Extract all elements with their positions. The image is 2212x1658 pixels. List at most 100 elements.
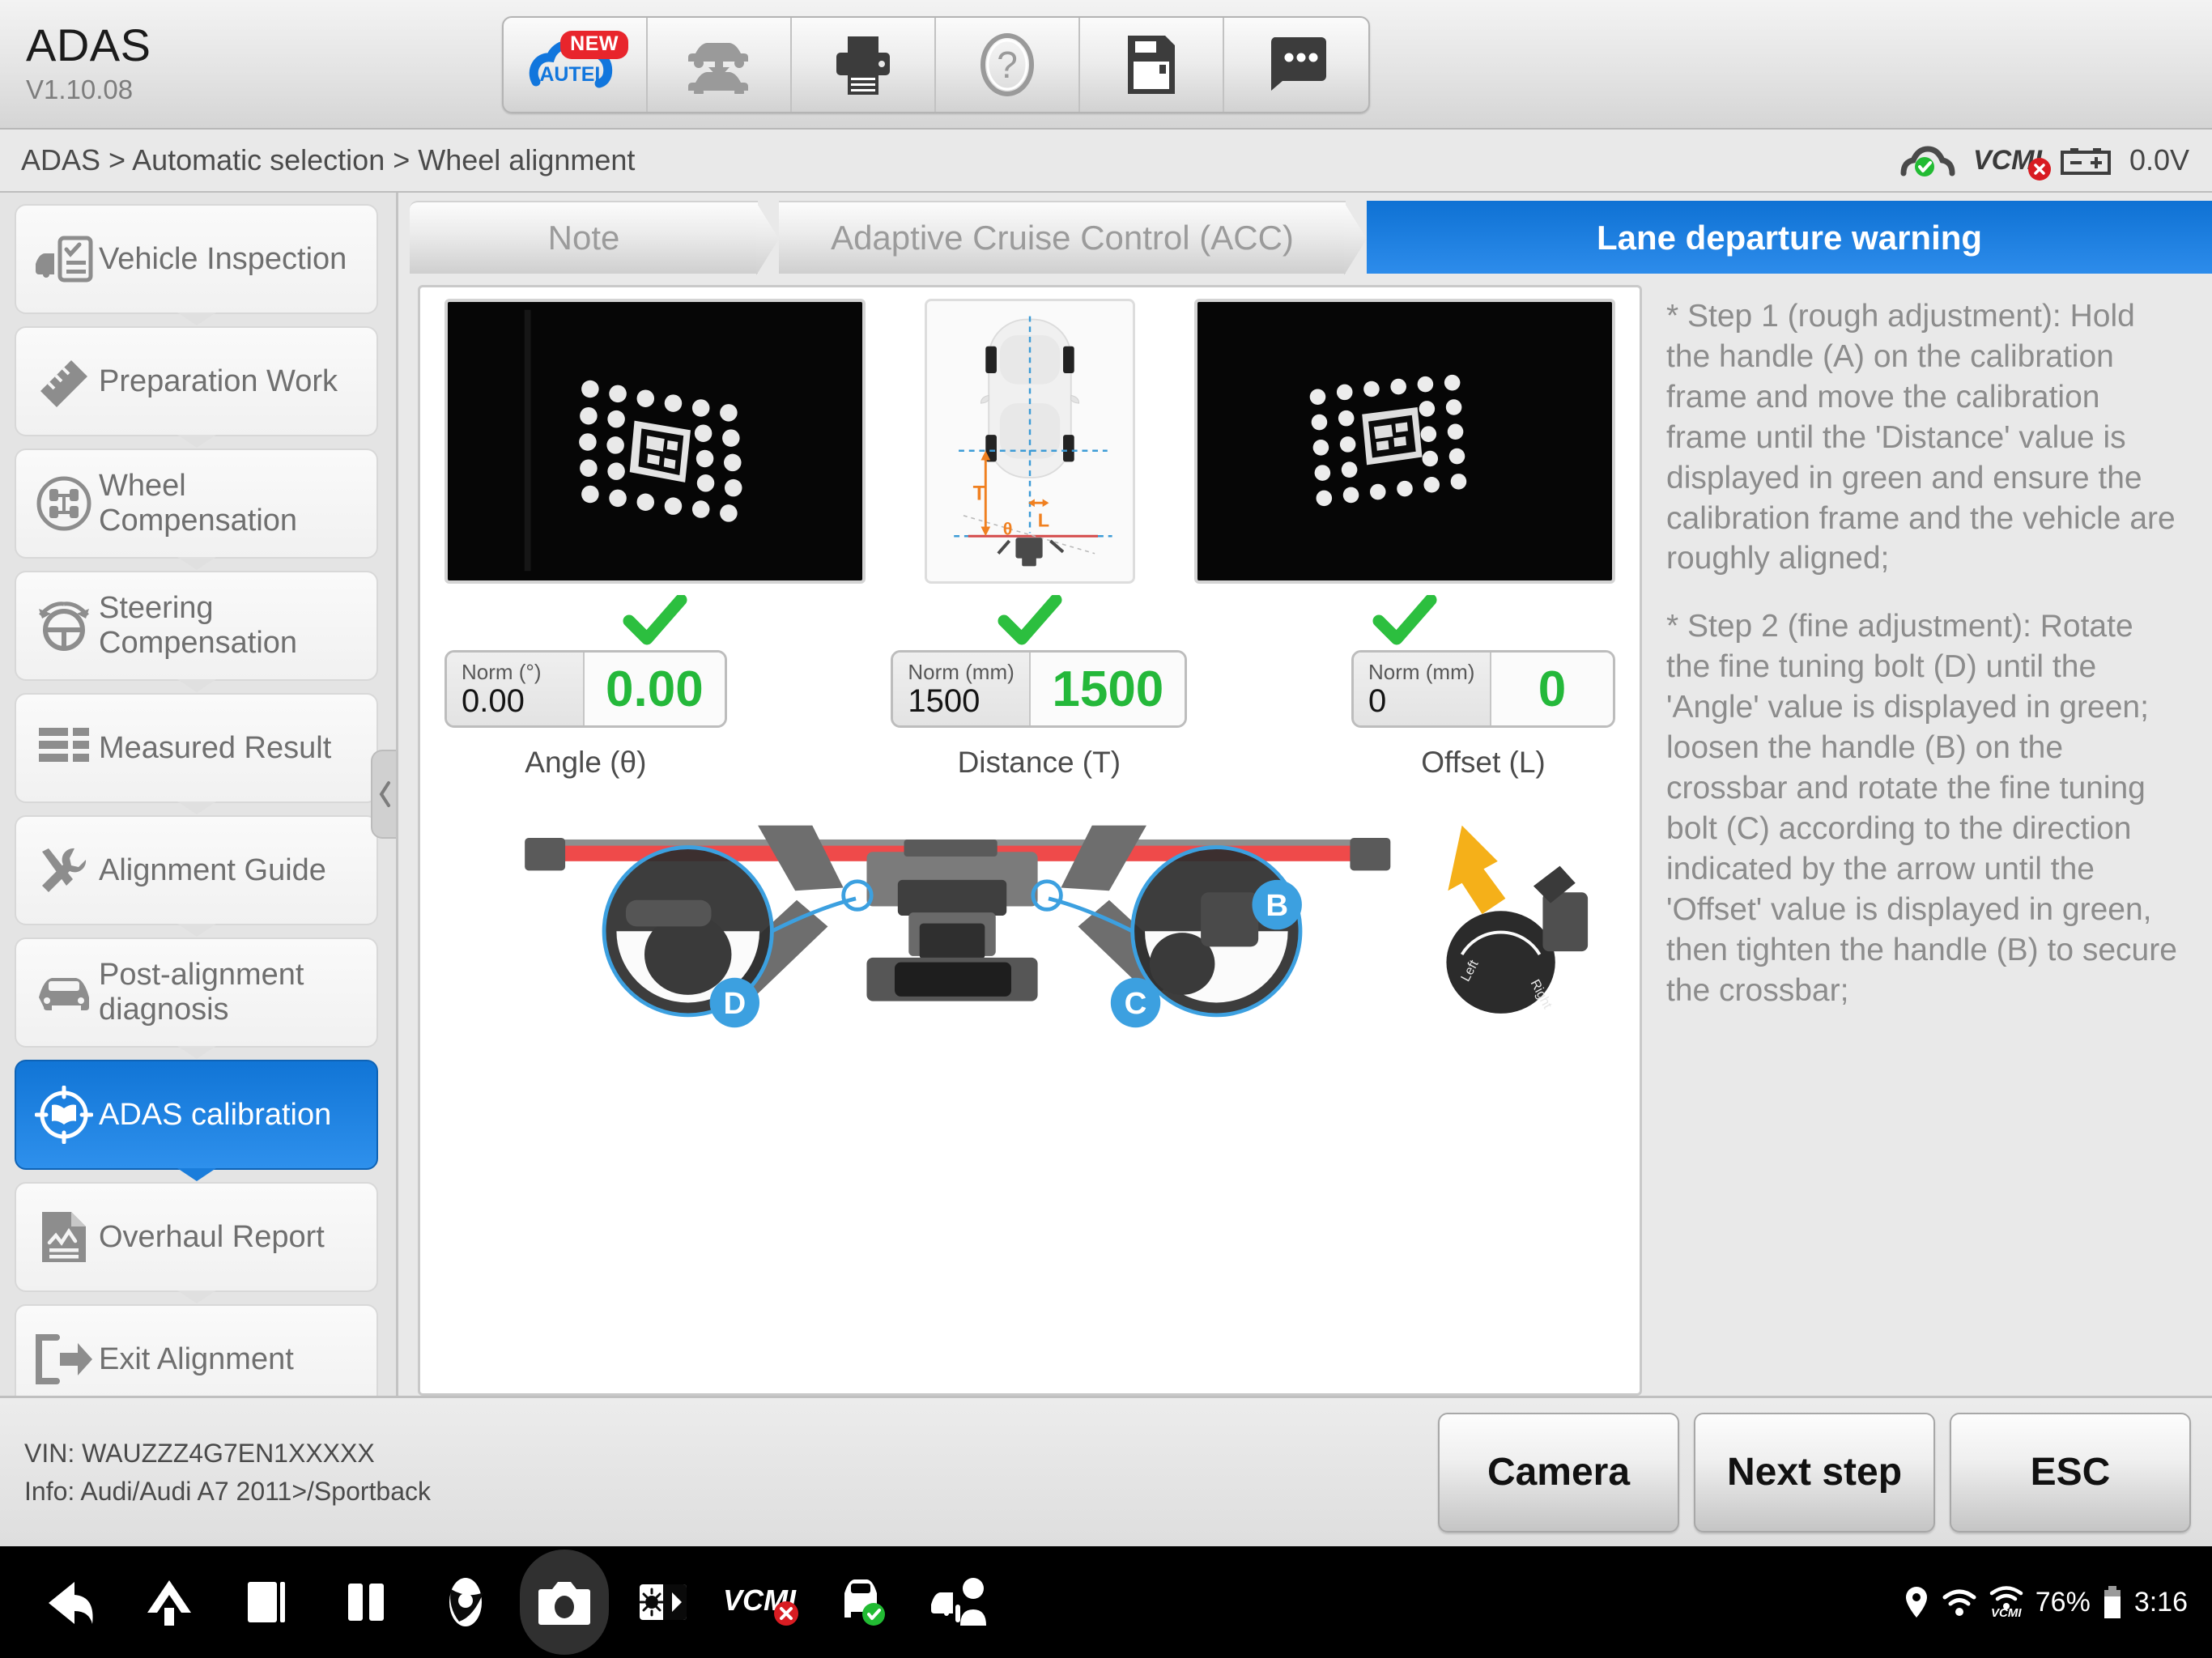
vin-text: VIN: WAUZZZ4G7EN1XXXXX	[24, 1439, 375, 1469]
vehicle-ok-icon	[844, 1579, 885, 1626]
diagram-label-T: T	[973, 482, 986, 504]
right-camera-preview[interactable]	[1194, 299, 1615, 584]
camera-button-nav[interactable]	[515, 1546, 614, 1658]
callout-badge-C: C	[1125, 986, 1147, 1021]
sidebar-item-wheel-compensation[interactable]: Wheel Compensation	[15, 449, 378, 559]
print-button[interactable]	[792, 18, 936, 112]
back-button[interactable]	[21, 1546, 120, 1658]
target-book-icon	[29, 1086, 99, 1144]
breadcrumb-bar: ADAS > Automatic selection > Wheel align…	[0, 130, 2212, 193]
new-badge: NEW	[560, 31, 628, 59]
vcmi-error-badge	[2027, 157, 2051, 181]
angle-norm-label: Norm (°)	[462, 660, 542, 684]
vehicle-alignment-diagram: T L θ	[925, 299, 1135, 584]
distance-readout-box: Norm (mm) 1500 1500	[891, 650, 1188, 728]
battery-level-icon	[2104, 1586, 2121, 1618]
sidebar-item-post-alignment-diagnosis[interactable]: Post-alignment diagnosis	[15, 937, 378, 1048]
instruction-panel: * Step 1 (rough adjustment): Hold the ha…	[1658, 285, 2201, 1396]
voltage-readout: 0.0V	[2129, 143, 2189, 176]
sidebar-collapse-handle[interactable]	[371, 750, 396, 839]
vehicle-download-button[interactable]	[648, 18, 792, 112]
remote-support-button[interactable]	[910, 1546, 1009, 1658]
wheel-compensation-icon	[29, 475, 99, 532]
distance-norm: Norm (mm) 1500	[893, 653, 1032, 725]
split-screen-button[interactable]	[317, 1546, 416, 1658]
sidebar-item-alignment-guide[interactable]: Alignment Guide	[15, 815, 378, 925]
camera-icon	[538, 1582, 590, 1625]
back-icon	[49, 1582, 93, 1624]
tab-adaptive-cruise-control[interactable]: Adaptive Cruise Control (ACC)	[779, 201, 1346, 274]
breadcrumb[interactable]: ADAS > Automatic selection > Wheel align…	[21, 143, 635, 177]
fine-tuning-detail-view: Left Right	[1446, 825, 1589, 1014]
sidebar-item-label: Vehicle Inspection	[99, 241, 347, 276]
next-step-button[interactable]: Next step	[1694, 1412, 1935, 1533]
vehicle-status-button[interactable]	[811, 1546, 910, 1658]
sidebar-item-adas-calibration[interactable]: ADAS calibration	[15, 1060, 378, 1170]
tools-icon	[29, 844, 99, 897]
save-button[interactable]	[1080, 18, 1224, 112]
offset-readout-box: Norm (mm) 0 0	[1351, 650, 1615, 728]
sidebar-item-measured-result[interactable]: Measured Result	[15, 693, 378, 803]
sidebar-item-preparation-work[interactable]: Preparation Work	[15, 326, 378, 436]
instruction-step-2: * Step 2 (fine adjustment): Rotate the f…	[1666, 609, 2177, 1008]
top-bar: ADAS V1.10.08 AUTEL NEW ?	[0, 0, 2212, 130]
body: Vehicle Inspection Preparation Work Whee…	[0, 193, 2212, 1396]
brightness-button[interactable]	[614, 1546, 713, 1658]
footer-bar: VIN: WAUZZZ4G7EN1XXXXX Info: Audi/Audi A…	[0, 1396, 2212, 1546]
nav-button-group: VCMI	[21, 1546, 1009, 1658]
save-icon	[1128, 36, 1175, 94]
angle-caption: Angle (θ)	[525, 746, 647, 779]
angle-current-value: 0.00	[585, 653, 725, 725]
location-icon	[1905, 1587, 1927, 1618]
sidebar-item-exit-alignment[interactable]: Exit Alignment	[15, 1304, 378, 1396]
help-button[interactable]: ?	[936, 18, 1080, 112]
left-camera-preview[interactable]	[445, 299, 866, 584]
help-icon: ?	[981, 33, 1034, 96]
measurement-offset: Norm (mm) 0 0 Offset (L)	[1351, 650, 1615, 780]
app-branding: ADAS V1.10.08	[26, 23, 151, 105]
sidebar-item-label: Measured Result	[99, 730, 332, 765]
measurement-distance: Norm (mm) 1500 1500 Distance (T)	[891, 650, 1188, 780]
home-button[interactable]	[120, 1546, 219, 1658]
chrome-button[interactable]	[416, 1546, 515, 1658]
remote-support-icon	[931, 1578, 986, 1626]
check-icon	[1372, 595, 1437, 645]
clock: 3:16	[2133, 1586, 2188, 1618]
vcmi-wifi-icon: VCMI	[1989, 1585, 2024, 1620]
tab-bar: Note Adaptive Cruise Control (ACC) Lane …	[410, 201, 2212, 274]
esc-button[interactable]: ESC	[1950, 1412, 2191, 1533]
calibration-target-left	[449, 302, 861, 580]
check-icon	[623, 595, 687, 645]
tab-note[interactable]: Note	[410, 201, 758, 274]
calibration-frame-illustration: B C D Left Right	[432, 794, 1628, 1037]
offset-norm-label: Norm (mm)	[1368, 660, 1475, 684]
sidebar-item-steering-compensation[interactable]: Steering Compensation	[15, 571, 378, 681]
calibration-target-right	[1198, 302, 1611, 580]
content-area: T L θ Norm (°) 0.00 0.00 Angle (θ) Norm …	[398, 274, 2212, 1396]
feedback-button[interactable]	[1224, 18, 1368, 112]
vehicle-download-icon	[688, 43, 748, 94]
svg-text:?: ?	[997, 44, 1018, 86]
vcmi-status: VCMI	[1973, 145, 2051, 181]
vcmi-wifi-label: VCMI	[1991, 1605, 2022, 1620]
vehicle-info-text: Info: Audi/Audi A7 2011>/Sportback	[24, 1476, 431, 1506]
sidebar-item-label: Exit Alignment	[99, 1341, 294, 1376]
measurement-row: Norm (°) 0.00 0.00 Angle (θ) Norm (mm) 1…	[432, 645, 1628, 780]
vcmi-icon: VCMI	[723, 1584, 798, 1626]
vcmi-nav-button[interactable]: VCMI	[713, 1546, 811, 1658]
cloud-connected-icon	[1900, 146, 1955, 176]
report-icon	[29, 1209, 99, 1265]
sidebar-item-label: ADAS calibration	[99, 1097, 332, 1132]
recents-button[interactable]	[219, 1546, 317, 1658]
camera-button[interactable]: Camera	[1438, 1412, 1679, 1533]
instruction-step-1: * Step 1 (rough adjustment): Hold the ha…	[1666, 299, 2176, 576]
sidebar-item-vehicle-inspection[interactable]: Vehicle Inspection	[15, 204, 378, 314]
autel-cloud-button[interactable]: AUTEL NEW	[504, 18, 648, 112]
ruler-icon	[29, 355, 99, 407]
system-status-group: VCMI 76% 3:16	[1903, 1584, 2188, 1620]
main-panel: Note Adaptive Cruise Control (ACC) Lane …	[398, 193, 2212, 1396]
vehicle-info: VIN: WAUZZZ4G7EN1XXXXX Info: Audi/Audi A…	[24, 1435, 431, 1510]
tab-lane-departure-warning[interactable]: Lane departure warning	[1367, 201, 2212, 274]
sidebar-item-overhaul-report[interactable]: Overhaul Report	[15, 1182, 378, 1292]
distance-norm-value: 1500	[908, 683, 981, 719]
